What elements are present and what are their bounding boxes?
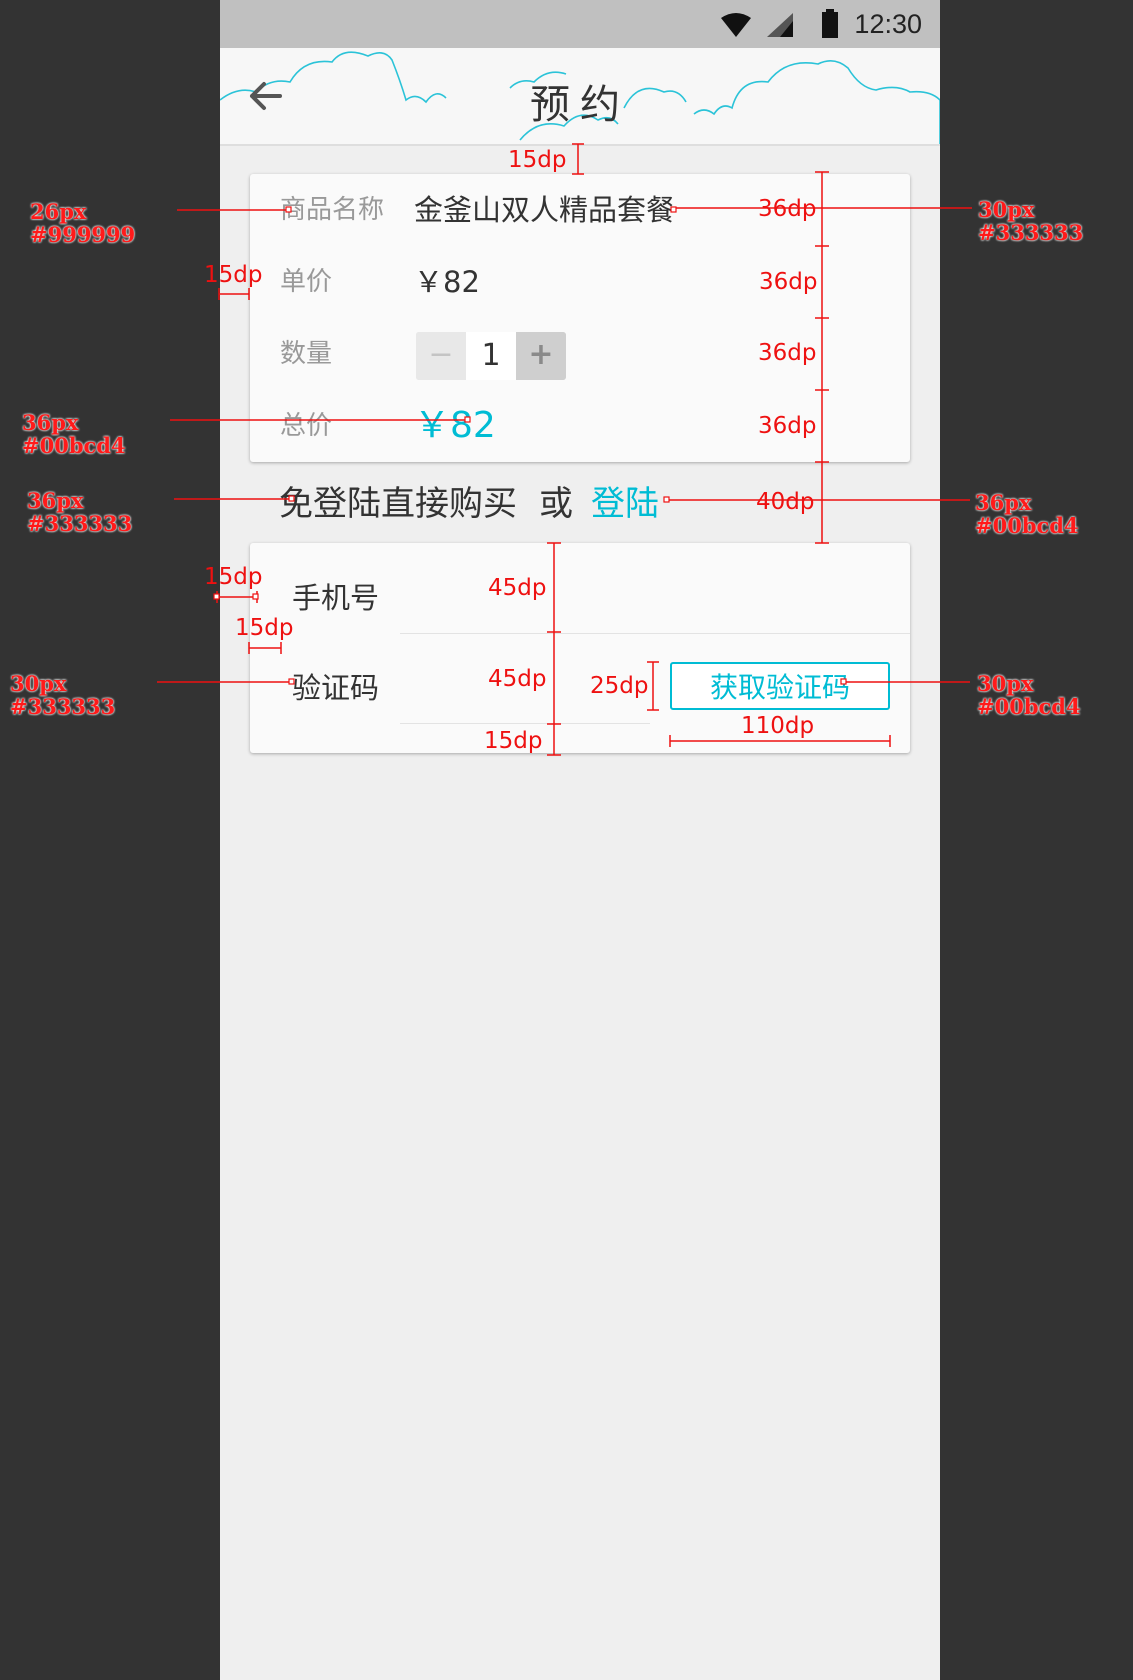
status-time: 12:30	[854, 9, 922, 39]
spec-login-font: 36px #333333	[27, 489, 132, 535]
spec-button-font: 30px #00bcd4	[977, 672, 1081, 718]
spec-color: #333333	[27, 511, 133, 536]
signal-icon	[767, 13, 793, 37]
spec-size: 30px	[977, 671, 1034, 696]
phone-screen: 12:30 预约 商品名称 金釜山双人精品套餐 单价 ￥82 数量 − 1 + …	[220, 0, 940, 1680]
or-text: 或	[539, 484, 573, 524]
status-bar: 12:30	[220, 0, 940, 48]
spec-color: #00bcd4	[22, 433, 126, 458]
spec-form-label-font: 30px #333333	[10, 672, 115, 718]
login-link[interactable]: 登陆	[591, 484, 659, 524]
spec-size: 30px	[10, 671, 67, 696]
spec-value-font: 30px #333333	[978, 198, 1083, 244]
spec-size: 26px	[30, 199, 87, 224]
spec-color: #999999	[30, 222, 136, 247]
button-width-dim: 110dp	[741, 713, 815, 739]
spec-total-font: 36px #00bcd4	[22, 411, 126, 457]
app-bar: 预约	[220, 48, 940, 146]
row-height-dim: 36dp	[758, 413, 817, 439]
wifi-icon	[721, 13, 751, 37]
divider	[400, 633, 910, 634]
row-height-dim: 36dp	[758, 196, 817, 222]
left-margin-dim: 15dp	[204, 564, 263, 590]
name-value: 金釜山双人精品套餐	[414, 193, 676, 227]
quantity-label: 数量	[280, 339, 333, 369]
total-label: 总价	[280, 411, 333, 441]
decrement-button[interactable]: −	[416, 332, 466, 380]
spec-color: #00bcd4	[977, 694, 1081, 719]
label-margin-dim: 15dp	[235, 615, 294, 641]
gap-top-dim: 15dp	[508, 147, 567, 173]
name-label: 商品名称	[280, 195, 385, 225]
spec-size: 30px	[978, 197, 1035, 222]
field-height-dim: 45dp	[488, 666, 547, 692]
left-margin-dim: 15dp	[204, 262, 263, 288]
guest-purchase-text: 免登陆直接购买	[279, 484, 517, 524]
divider	[400, 723, 650, 724]
spec-color: #333333	[10, 694, 116, 719]
spec-color: #00bcd4	[975, 513, 1079, 538]
spec-color: #333333	[978, 220, 1084, 245]
row-height-dim: 36dp	[758, 340, 817, 366]
bottom-padding-dim: 15dp	[484, 728, 543, 754]
quantity-stepper: − 1 +	[416, 332, 566, 380]
row-height-dim: 36dp	[759, 269, 818, 295]
login-prompt: 免登陆直接购买或登陆	[279, 476, 659, 525]
page-title: 预约	[530, 82, 630, 128]
login-height-dim: 40dp	[756, 489, 815, 515]
quantity-value[interactable]: 1	[466, 332, 516, 380]
spec-size: 36px	[27, 488, 84, 513]
spec-login-link-font: 36px #00bcd4	[975, 491, 1079, 537]
price-value: ￥82	[414, 265, 480, 299]
spec-size: 36px	[22, 410, 79, 435]
total-value: ￥82	[414, 405, 496, 446]
spec-size: 36px	[975, 490, 1032, 515]
spec-label-font: 26px #999999	[30, 200, 135, 246]
battery-icon	[822, 9, 838, 38]
increment-button[interactable]: +	[516, 332, 566, 380]
field-height-dim: 45dp	[488, 575, 547, 601]
phone-label: 手机号	[292, 581, 380, 615]
get-code-button[interactable]: 获取验证码	[670, 662, 890, 710]
price-label: 单价	[280, 267, 333, 297]
button-height-dim: 25dp	[590, 673, 649, 699]
code-label: 验证码	[292, 671, 380, 705]
